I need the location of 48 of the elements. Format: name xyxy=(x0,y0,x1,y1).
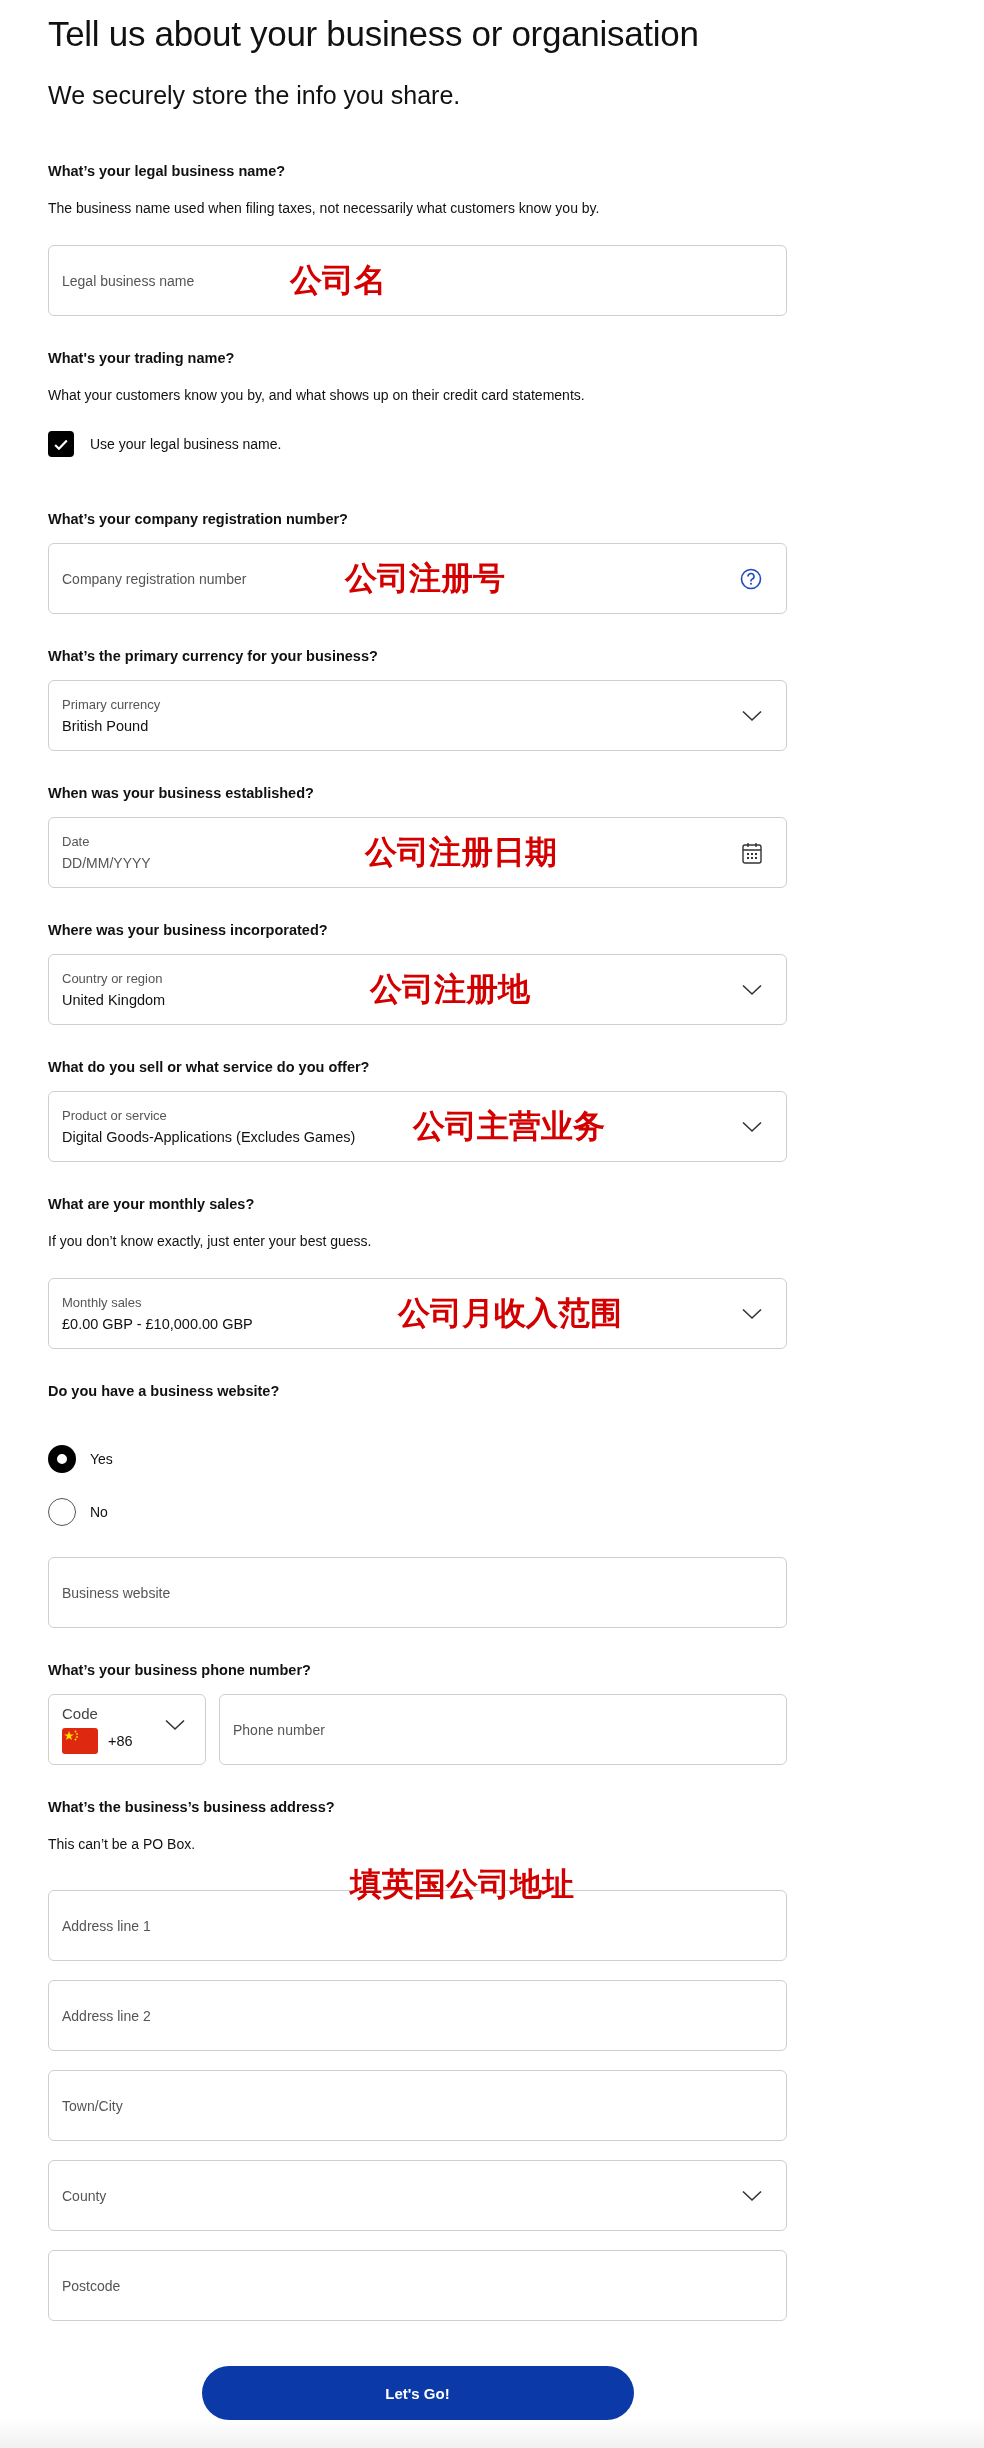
annotation-text: 公司主营业务 xyxy=(413,1110,605,1142)
question-description: This can’t be a PO Box. xyxy=(48,1835,197,1854)
radio-button[interactable] xyxy=(48,1498,76,1526)
flag-icon xyxy=(62,1728,98,1754)
dropdown-field[interactable]: County xyxy=(48,2160,787,2231)
question-description: If you don’t know exactly, just enter your best guess. xyxy=(48,1232,373,1251)
radio-label: No xyxy=(90,1504,108,1520)
input-field[interactable]: Address line 2 xyxy=(48,1980,787,2051)
radio-label: Yes xyxy=(90,1451,113,1467)
checkmark-icon xyxy=(54,438,68,450)
question-heading: What’s your business phone number? xyxy=(48,1661,312,1680)
dropdown-field[interactable]: Code +86 xyxy=(48,1694,206,1765)
annotation-text: 公司月收入范围 xyxy=(398,1297,622,1329)
input-field[interactable]: Business website xyxy=(48,1557,787,1628)
checkbox[interactable] xyxy=(48,431,74,457)
chevron-down-icon xyxy=(742,709,762,722)
input-field[interactable]: Phone number xyxy=(219,1694,787,1765)
question-heading: When was your business established? xyxy=(48,784,315,803)
page-title: Tell us about your business or organisation xyxy=(48,13,700,55)
dropdown-field[interactable]: Primary currency British Pound xyxy=(48,680,787,751)
question-heading: Do you have a business website? xyxy=(48,1382,281,1401)
annotation-text: 公司注册地 xyxy=(370,973,530,1005)
question-heading: What’s the business’s business address? xyxy=(48,1798,336,1817)
question-description: What your customers know you by, and what shows up on their credit card statements. xyxy=(48,386,586,405)
chevron-down-icon xyxy=(165,1718,185,1731)
submit-button[interactable]: Let's Go! xyxy=(201,2366,634,2420)
question-heading: What are your monthly sales? xyxy=(48,1195,256,1214)
question-heading: What’s the primary currency for your business? xyxy=(48,647,379,666)
chevron-down-icon xyxy=(742,2189,762,2202)
question-heading: What’s your legal business name? xyxy=(48,162,287,181)
help-icon[interactable] xyxy=(740,567,762,590)
question-heading: Where was your business incorporated? xyxy=(48,921,329,940)
annotation-text: 公司名 xyxy=(290,264,386,296)
chevron-down-icon xyxy=(742,1120,762,1133)
question-description: The business name used when filing taxes, not necessarily what customers know you by. xyxy=(48,199,601,218)
checkbox-label: Use your legal business name. xyxy=(90,436,282,452)
annotation-text: 公司注册号 xyxy=(345,562,505,594)
calendar-icon[interactable] xyxy=(742,841,762,864)
question-heading: What’s your company registration number? xyxy=(48,510,349,529)
input-field[interactable]: Postcode xyxy=(48,2250,787,2321)
question-heading: What do you sell or what service do you offer? xyxy=(48,1058,371,1077)
annotation-text: 公司注册日期 xyxy=(365,836,557,868)
input-field[interactable]: Town/City xyxy=(48,2070,787,2141)
question-heading: What's your trading name? xyxy=(48,349,236,368)
page-subtitle: We securely store the info you share. xyxy=(48,80,462,111)
radio-button[interactable] xyxy=(48,1445,76,1473)
chevron-down-icon xyxy=(742,983,762,996)
chevron-down-icon xyxy=(742,1307,762,1320)
